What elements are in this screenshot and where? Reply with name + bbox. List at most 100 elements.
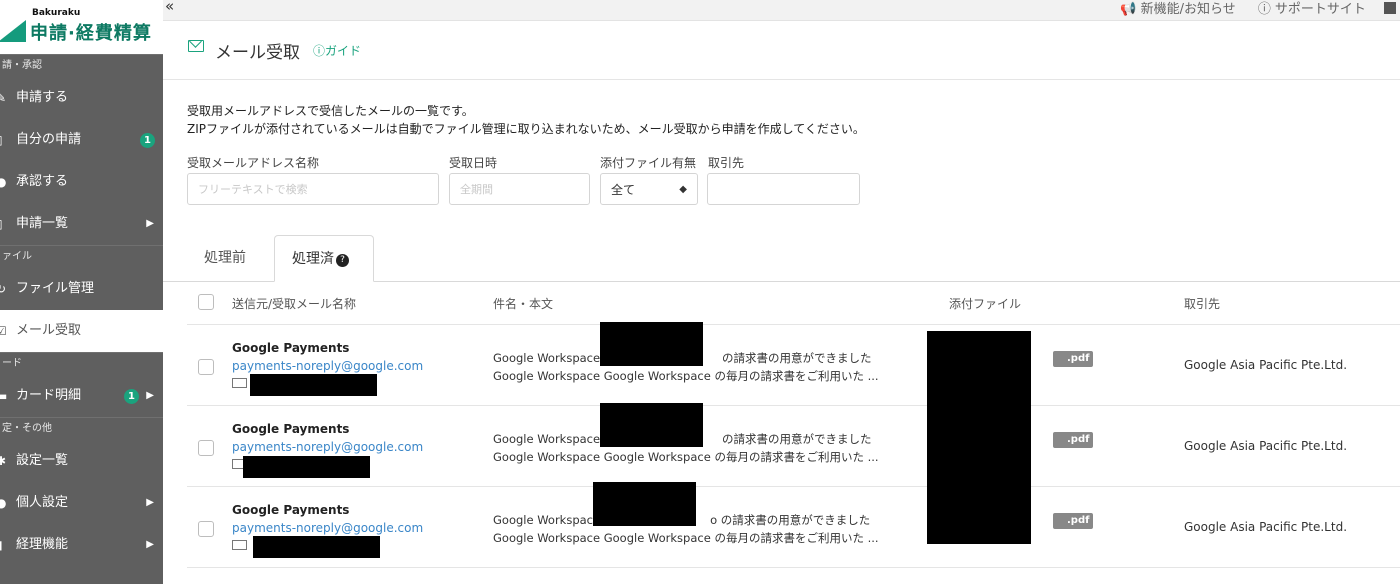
- sidebar-item-file-management[interactable]: ↻ ファイル管理: [0, 268, 163, 310]
- select-arrows-icon: ◆: [679, 184, 687, 195]
- address-search-input[interactable]: フリーテキストで検索: [187, 173, 439, 205]
- top-bar: « 📢 新機能/お知らせ ⓘ サポートサイト: [163, 0, 1400, 21]
- subject-prefix: Google Workspace:: [493, 351, 604, 365]
- filter-address-label: 受取メールアドレス名称: [187, 156, 320, 170]
- vendor-name: Google Asia Pacific Pte.Ltd.: [1184, 358, 1348, 372]
- megaphone-icon: 📢: [1120, 2, 1137, 17]
- redacted-block: [593, 482, 696, 526]
- table-header: 送信元/受取メール名称 件名・本文 添付ファイル 取引先: [187, 282, 1400, 325]
- logo-mark-icon: [0, 20, 26, 42]
- sidebar-item-card-statement[interactable]: ▬ カード明細 1 ▶: [0, 375, 163, 417]
- table-row[interactable]: Google Payments payments-noreply@google.…: [187, 322, 1400, 406]
- subject-suffix: の請求書の用意ができました: [721, 351, 872, 365]
- mail-icon: [188, 40, 204, 52]
- date-range-input[interactable]: 全期間: [449, 173, 590, 205]
- sidebar-item-mail-receive[interactable]: ☑ メール受取: [0, 310, 163, 352]
- guide-link[interactable]: ⓘガイド: [313, 42, 361, 59]
- check-icon: ●: [0, 175, 7, 189]
- envelope-icon: [232, 378, 247, 388]
- help-icon: ⓘ: [313, 44, 326, 58]
- sidebar-item-accounting[interactable]: ▮ 経理機能 ▶: [0, 524, 163, 566]
- guide-label: ガイド: [325, 44, 362, 58]
- tab-processed-label: 処理済: [292, 251, 334, 267]
- sidebar-section-settings: 定・その他: [0, 417, 163, 440]
- sidebar-item-my-requests[interactable]: ▯ 自分の申請 1: [0, 119, 163, 161]
- header-sender[interactable]: 送信元/受取メール名称: [232, 295, 356, 312]
- table-row[interactable]: Google Payments payments-noreply@google.…: [187, 482, 1400, 568]
- vendor-name: Google Asia Pacific Pte.Ltd.: [1184, 439, 1348, 453]
- subject-suffix: o の請求書の用意ができました: [710, 513, 871, 527]
- support-link[interactable]: サポートサイト: [1275, 2, 1366, 17]
- list-icon: ▯: [0, 203, 3, 245]
- subject-prefix: Google Workspace: [493, 513, 601, 527]
- sidebar-item-settings[interactable]: ✱ 設定一覧: [0, 440, 163, 482]
- subject-suffix: の請求書の用意ができました: [721, 432, 872, 446]
- book-icon: ▮: [0, 524, 3, 566]
- filter-date-label: 受取日時: [449, 156, 498, 170]
- sidebar-item-label: 個人設定: [16, 495, 69, 510]
- mail-icon: ☑: [0, 324, 7, 338]
- count-badge: 1: [140, 133, 155, 148]
- tab-processed[interactable]: 処理済?: [274, 235, 374, 282]
- redacted-block: [250, 374, 377, 396]
- pdf-attachment-badge[interactable]: .pdf: [1053, 351, 1094, 367]
- sidebar-item-personal[interactable]: ● 個人設定 ▶: [0, 482, 163, 524]
- sender-email[interactable]: payments-noreply@google.com: [232, 440, 423, 454]
- vendor-input[interactable]: [707, 173, 860, 205]
- header-attachment[interactable]: 添付ファイル: [949, 295, 1021, 312]
- select-all-checkbox[interactable]: [198, 294, 214, 310]
- attachment-select-value: 全て: [611, 183, 636, 197]
- main-content: メール受取 ⓘガイド 受取用メールアドレスで受信したメールの一覧です。 ZIPフ…: [163, 21, 1400, 584]
- sender-name: Google Payments: [232, 341, 350, 355]
- news-link[interactable]: 新機能/お知らせ: [1141, 2, 1236, 17]
- body-preview: Google Workspace Google Workspace の毎月の請求…: [493, 531, 879, 545]
- row-checkbox[interactable]: [198, 359, 214, 375]
- sidebar-section-approval: 請・承認: [0, 54, 163, 77]
- sidebar-item-label: 設定一覧: [16, 453, 69, 468]
- sender-email[interactable]: payments-noreply@google.com: [232, 521, 423, 535]
- sidebar-item-approve[interactable]: ● 承認する: [0, 161, 163, 203]
- body-preview: Google Workspace Google Workspace の毎月の請求…: [493, 369, 879, 383]
- redacted-block: [243, 456, 370, 478]
- page-header: メール受取 ⓘガイド: [163, 21, 1400, 80]
- edit-icon: ✎: [0, 91, 7, 105]
- sidebar-section-card: ード: [0, 352, 163, 375]
- user-icon: ●: [0, 496, 7, 510]
- tabs: 処理前 処理済?: [163, 235, 1400, 282]
- description-line-2: ZIPファイルが添付されているメールは自動でファイル管理に取り込まれないため、メ…: [187, 122, 865, 136]
- count-badge: 1: [124, 389, 139, 404]
- help-icon[interactable]: ?: [336, 254, 349, 267]
- tab-unprocessed[interactable]: 処理前: [204, 235, 246, 281]
- doc-icon: ▯: [0, 119, 3, 161]
- sidebar-item-label: 申請する: [16, 90, 69, 105]
- brand-logo[interactable]: Bakuraku 申請·経費精算: [0, 0, 163, 54]
- external-icon[interactable]: [1384, 2, 1396, 14]
- sender-email[interactable]: payments-noreply@google.com: [232, 359, 423, 373]
- sidebar-item-request-list[interactable]: ▯ 申請一覧 ▶: [0, 203, 163, 245]
- body-preview: Google Workspace Google Workspace の毎月の請求…: [493, 450, 879, 464]
- row-checkbox[interactable]: [198, 521, 214, 537]
- collapse-sidebar-button[interactable]: «: [165, 0, 185, 17]
- sidebar-item-apply[interactable]: ✎ 申請する: [0, 77, 163, 119]
- subject-prefix: Google Workspace:: [493, 432, 604, 446]
- sidebar: Bakuraku 申請·経費精算 請・承認 ✎ 申請する ▯ 自分の申請 1 ● 承認す…: [0, 0, 163, 584]
- sender-name: Google Payments: [232, 422, 350, 436]
- file-icon: ↻: [0, 282, 7, 296]
- page-title: メール受取: [215, 43, 300, 63]
- sender-name: Google Payments: [232, 503, 350, 517]
- attachment-select[interactable]: 全て ◆: [600, 173, 698, 205]
- row-checkbox[interactable]: [198, 440, 214, 456]
- filter-attachment-label: 添付ファイル有無: [600, 156, 697, 170]
- sidebar-item-label: ファイル管理: [16, 281, 95, 296]
- sidebar-item-label: 経理機能: [16, 537, 69, 552]
- sidebar-item-label: 自分の申請: [16, 132, 82, 147]
- header-subject[interactable]: 件名・本文: [493, 295, 553, 312]
- brand-name: 申請·経費精算: [30, 23, 152, 44]
- description-line-1: 受取用メールアドレスで受信したメールの一覧です。: [187, 104, 474, 118]
- pdf-attachment-badge[interactable]: .pdf: [1053, 432, 1094, 448]
- table-row[interactable]: Google Payments payments-noreply@google.…: [187, 403, 1400, 487]
- header-vendor[interactable]: 取引先: [1184, 295, 1220, 312]
- card-icon: ▬: [0, 389, 8, 403]
- redacted-block: [927, 331, 1031, 544]
- pdf-attachment-badge[interactable]: .pdf: [1053, 513, 1094, 529]
